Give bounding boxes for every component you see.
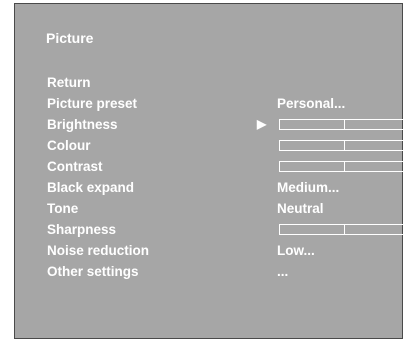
noise-reduction-value: Low... — [277, 243, 315, 258]
picture-preset-value: Personal... — [277, 96, 346, 111]
menu-item-colour[interactable]: Colour — [47, 135, 409, 156]
menu-item-label: Other settings — [47, 264, 139, 279]
selection-pointer-icon: ▶ — [257, 117, 267, 131]
picture-menu-panel: Picture Return Picture preset Personal..… — [14, 3, 409, 339]
menu-item-label: Black expand — [47, 180, 135, 195]
menu-item-label: Brightness — [47, 117, 118, 132]
menu-item-label: Sharpness — [47, 222, 117, 237]
menu-item-label: Picture preset — [47, 96, 138, 111]
menu-item-label: Contrast — [47, 159, 103, 174]
sharpness-slider[interactable] — [279, 224, 409, 235]
menu-item-label: Colour — [47, 138, 91, 153]
menu-item-tone[interactable]: Tone Neutral — [47, 198, 392, 219]
other-settings-value: ... — [277, 264, 289, 279]
menu-item-label: Tone — [47, 201, 79, 216]
menu-item-picture-preset[interactable]: Picture preset Personal... — [47, 93, 392, 114]
slider-level-marker — [344, 141, 345, 150]
menu-item-black-expand[interactable]: Black expand Medium... — [47, 177, 392, 198]
tone-value: Neutral — [277, 201, 324, 216]
brightness-slider[interactable] — [279, 119, 409, 130]
slider-level-marker — [344, 120, 345, 129]
menu-item-sharpness[interactable]: Sharpness — [47, 219, 409, 240]
menu-item-return[interactable]: Return — [47, 72, 392, 93]
menu-item-brightness[interactable]: Brightness ▶ — [47, 114, 409, 135]
slider-level-marker — [344, 225, 345, 234]
menu-item-noise-reduction[interactable]: Noise reduction Low... — [47, 240, 392, 261]
black-expand-value: Medium... — [277, 180, 340, 195]
slider-level-marker — [344, 162, 345, 171]
colour-slider[interactable] — [279, 140, 409, 151]
menu-item-label: Noise reduction — [47, 243, 150, 258]
contrast-slider[interactable] — [279, 161, 409, 172]
menu-item-contrast[interactable]: Contrast — [47, 156, 409, 177]
menu-list: Return Picture preset Personal... Bright… — [47, 72, 409, 282]
menu-title: Picture — [46, 30, 94, 46]
menu-item-label: Return — [47, 75, 91, 90]
menu-item-other-settings[interactable]: Other settings ... — [47, 261, 392, 282]
